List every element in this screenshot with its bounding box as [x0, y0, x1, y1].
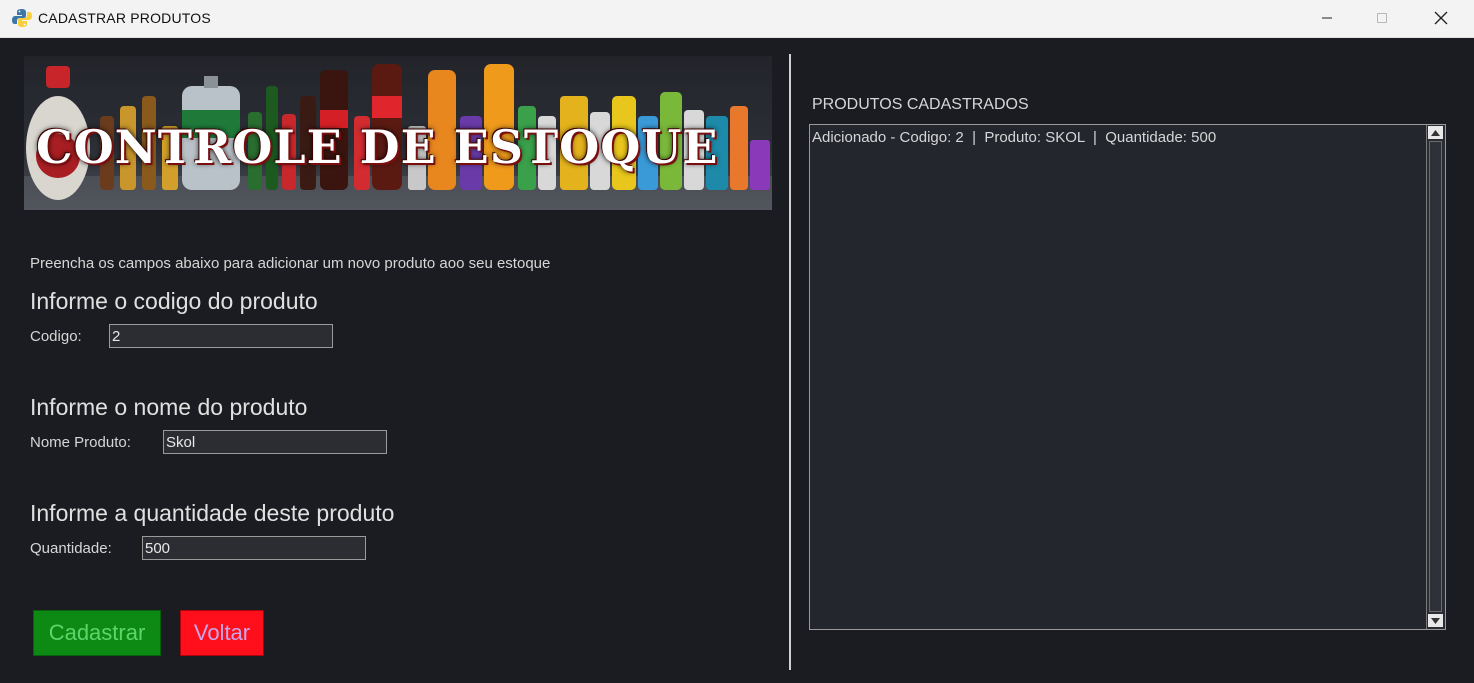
- vertical-scrollbar[interactable]: [1426, 125, 1445, 629]
- voltar-button[interactable]: Voltar: [180, 610, 264, 656]
- nome-heading: Informe o nome do produto: [30, 394, 308, 420]
- cadastrar-button[interactable]: Cadastrar: [33, 610, 161, 656]
- list-item[interactable]: Adicionado - Codigo: 2 | Produto: SKOL |…: [812, 129, 1216, 146]
- list-title: PRODUTOS CADASTRADOS: [812, 96, 1029, 113]
- maximize-button[interactable]: [1359, 0, 1405, 36]
- scroll-up-button[interactable]: [1428, 126, 1443, 139]
- instructions-text: Preencha os campos abaixo para adicionar…: [30, 255, 551, 272]
- codigo-heading: Informe o codigo do produto: [30, 288, 318, 314]
- title-bar[interactable]: CADASTRAR PRODUTOS: [0, 0, 1474, 38]
- minimize-icon: [1322, 17, 1332, 19]
- close-button[interactable]: [1418, 0, 1464, 36]
- arrow-up-icon: [1431, 129, 1440, 136]
- produtos-listbox[interactable]: Adicionado - Codigo: 2 | Produto: SKOL |…: [809, 124, 1446, 630]
- banner-image: CONTROLE DE ESTOQUE: [24, 56, 772, 210]
- banner-title: CONTROLE DE ESTOQUE: [36, 120, 719, 174]
- quantidade-label: Quantidade:: [30, 540, 112, 557]
- maximize-icon: [1377, 13, 1387, 23]
- minimize-button[interactable]: [1304, 0, 1350, 36]
- quantidade-heading: Informe a quantidade deste produto: [30, 500, 395, 526]
- scroll-down-button[interactable]: [1428, 614, 1443, 627]
- close-icon: [1434, 11, 1448, 25]
- nome-produto-input[interactable]: [163, 430, 387, 454]
- app-window: CADASTRAR PRODUTOS CONTROLE DE ESTOQUE P…: [0, 0, 1474, 683]
- codigo-label: Codigo:: [30, 328, 82, 345]
- window-title: CADASTRAR PRODUTOS: [38, 10, 211, 26]
- panel-divider: [789, 54, 791, 670]
- python-icon: [12, 8, 32, 28]
- codigo-input[interactable]: [109, 324, 333, 348]
- arrow-down-icon: [1431, 617, 1440, 624]
- scroll-thumb[interactable]: [1429, 141, 1442, 612]
- nome-label: Nome Produto:: [30, 434, 131, 451]
- quantidade-input[interactable]: [142, 536, 366, 560]
